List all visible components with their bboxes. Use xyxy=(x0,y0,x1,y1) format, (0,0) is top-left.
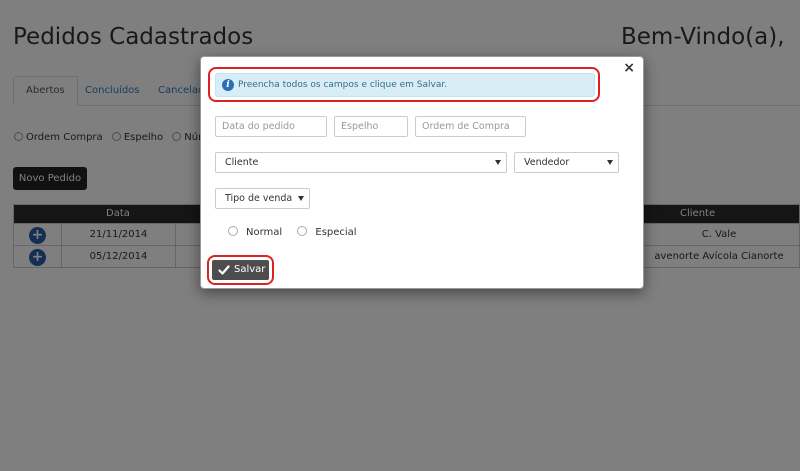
chevron-down-icon xyxy=(495,160,501,165)
sale-type-radios: Normal Especial xyxy=(228,226,369,238)
info-icon: i xyxy=(222,79,234,91)
radio-normal[interactable]: Normal xyxy=(228,226,283,238)
tipo-venda-select-value: Tipo de venda xyxy=(225,193,293,204)
espelho-input[interactable]: Espelho xyxy=(334,116,408,137)
cliente-select-value: Cliente xyxy=(225,157,259,168)
vendedor-select[interactable]: Vendedor xyxy=(514,152,619,173)
save-button-label: Salvar xyxy=(234,264,266,275)
alert-text: Preencha todos os campos e clique em Sal… xyxy=(238,80,448,90)
data-pedido-input[interactable]: Data do pedido xyxy=(215,116,327,137)
new-order-modal: × i Preencha todos os campos e clique em… xyxy=(200,56,644,289)
tipo-venda-select[interactable]: Tipo de venda xyxy=(215,188,310,209)
close-icon[interactable]: × xyxy=(623,60,635,76)
radio-icon xyxy=(297,226,308,236)
radio-especial[interactable]: Especial xyxy=(297,226,357,238)
vendedor-select-value: Vendedor xyxy=(524,157,570,168)
save-button[interactable]: Salvar xyxy=(212,260,269,280)
check-icon xyxy=(218,265,230,275)
ordem-compra-input[interactable]: Ordem de Compra xyxy=(415,116,526,137)
alert-highlight-ring: i Preencha todos os campos e clique em S… xyxy=(208,67,600,102)
save-highlight-ring: Salvar xyxy=(207,255,274,285)
chevron-down-icon xyxy=(298,196,304,201)
info-alert: i Preencha todos os campos e clique em S… xyxy=(215,73,595,97)
chevron-down-icon xyxy=(607,160,613,165)
radio-label: Normal xyxy=(246,227,283,238)
radio-icon xyxy=(228,226,238,236)
radio-label: Especial xyxy=(315,227,357,238)
cliente-select[interactable]: Cliente xyxy=(215,152,507,173)
